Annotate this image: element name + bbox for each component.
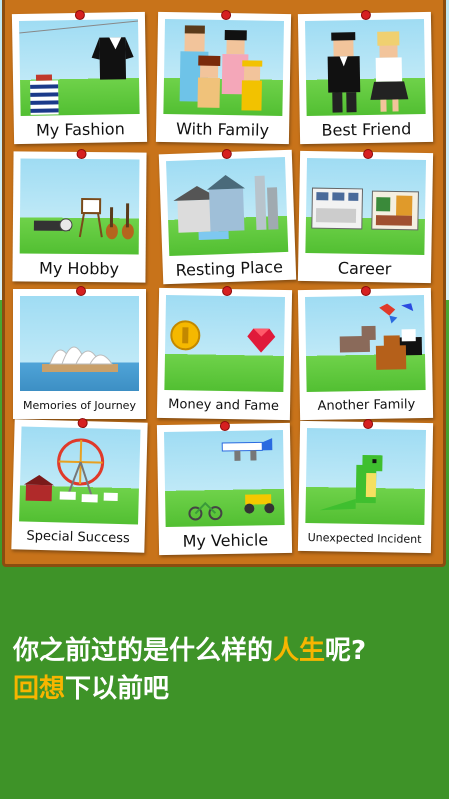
caption-highlight: 人生 xyxy=(273,636,326,666)
card-label: My Fashion xyxy=(35,119,125,140)
card-photo xyxy=(163,429,285,528)
card-photo xyxy=(19,158,140,255)
pin-icon xyxy=(360,9,371,21)
card-photo xyxy=(20,296,139,391)
card-photo xyxy=(305,157,427,256)
card-label: Special Success xyxy=(26,528,130,547)
intro-caption: 你之前过的是什么样的人生呢? 回想下以前吧 xyxy=(13,632,443,708)
pin-icon xyxy=(221,285,232,297)
hobby-illustration xyxy=(33,198,134,240)
caption-line-2: 回想下以前吧 xyxy=(13,674,170,704)
card-another-family[interactable]: Another Family xyxy=(297,285,434,421)
card-photo xyxy=(305,427,427,526)
coin-gem-illustration xyxy=(170,320,276,353)
family-illustration xyxy=(179,25,263,111)
pin-icon xyxy=(362,148,373,160)
pin-icon xyxy=(76,148,87,160)
caption-highlight: 回想 xyxy=(13,674,66,704)
card-label: Another Family xyxy=(317,397,416,414)
pin-icon xyxy=(362,418,373,430)
card-label: Career xyxy=(337,258,392,279)
card-label: Money and Fame xyxy=(168,397,280,414)
card-photo xyxy=(304,18,426,117)
pin-icon xyxy=(74,9,85,21)
card-photo xyxy=(19,426,141,525)
card-photo xyxy=(304,294,426,393)
card-my-fashion[interactable]: My Fashion xyxy=(11,9,148,145)
opera-house-illustration xyxy=(42,346,118,372)
card-label: Resting Place xyxy=(175,257,284,280)
pin-icon xyxy=(221,148,232,160)
friends-illustration xyxy=(327,31,409,113)
pin-icon xyxy=(220,9,231,21)
pin-icon xyxy=(360,285,371,297)
pin-icon xyxy=(77,417,88,429)
caption-line-1: 你之前过的是什么样的人生呢? xyxy=(13,636,367,666)
card-career[interactable]: Career xyxy=(297,148,434,284)
card-label: My Vehicle xyxy=(182,530,269,551)
card-unexpected-incident[interactable]: Unexpected Incident xyxy=(297,418,434,554)
vehicles-illustration xyxy=(188,438,275,521)
clothes-illustration xyxy=(19,20,139,115)
card-photo xyxy=(163,18,285,117)
pin-icon xyxy=(75,286,86,296)
card-label: Unexpected Incident xyxy=(307,530,422,546)
card-photo xyxy=(166,156,289,257)
card-memories-of-journey[interactable]: Memories of Journey xyxy=(13,286,146,419)
office-illustration xyxy=(311,187,419,231)
card-best-friend[interactable]: Best Friend xyxy=(297,9,434,145)
pets-illustration xyxy=(339,303,423,370)
card-label: My Hobby xyxy=(38,258,120,279)
card-label: With Family xyxy=(175,119,270,140)
dinosaur-illustration xyxy=(319,454,383,511)
card-resting-place[interactable]: Resting Place xyxy=(158,148,297,285)
card-photo xyxy=(164,294,286,393)
ferris-wheel-illustration xyxy=(24,438,118,503)
card-label: Best Friend xyxy=(321,119,412,140)
card-label: Memories of Journey xyxy=(23,399,136,412)
card-with-family[interactable]: With Family xyxy=(155,9,292,145)
pin-icon xyxy=(219,420,230,432)
card-my-hobby[interactable]: My Hobby xyxy=(12,148,147,283)
card-my-vehicle[interactable]: My Vehicle xyxy=(156,420,293,556)
houses-illustration xyxy=(173,175,279,241)
card-special-success[interactable]: Special Success xyxy=(11,417,148,553)
card-photo xyxy=(18,18,140,117)
card-money-and-fame[interactable]: Money and Fame xyxy=(156,285,293,421)
